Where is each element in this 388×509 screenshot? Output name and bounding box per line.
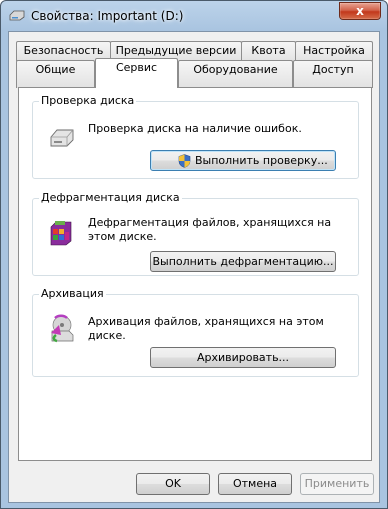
tab-customize[interactable]: Настройка <box>295 41 373 61</box>
defragment-now-button[interactable]: Выполнить дефрагментацию... <box>150 251 336 272</box>
title-bar[interactable]: Свойства: Important (D:) x <box>1 1 387 31</box>
ok-button[interactable]: OK <box>136 473 210 495</box>
defragmentation-group: Дефрагментация диска Дефрагментация файл… <box>32 191 359 276</box>
uac-shield-icon <box>178 154 191 168</box>
backup-description: Архивация файлов, хранящихся на этом дис… <box>88 315 324 342</box>
check-now-label: Выполнить проверку... <box>195 154 328 167</box>
tab-general[interactable]: Общие <box>16 60 95 88</box>
defragment-now-label: Выполнить дефрагментацию... <box>152 255 334 268</box>
cancel-button[interactable]: Отмена <box>218 473 292 495</box>
group-title-error-checking: Проверка диска <box>39 94 137 107</box>
ok-label: OK <box>165 477 181 490</box>
tab-hardware[interactable]: Оборудование <box>178 60 293 88</box>
properties-window: Свойства: Important (D:) x Безопасность … <box>0 0 388 509</box>
backup-now-label: Архивировать... <box>196 351 290 364</box>
window-title: Свойства: Important (D:) <box>31 9 184 23</box>
tools-tab-panel: Проверка диска Проверка диска на наличие… <box>18 87 372 461</box>
cancel-label: Отмена <box>232 477 278 490</box>
client-area: Безопасность Предыдущие версии Квота Нас… <box>8 31 380 503</box>
error-checking-description: Проверка диска на наличие ошибок. <box>88 122 302 135</box>
backup-now-button[interactable]: Архивировать... <box>150 347 336 368</box>
tab-quota[interactable]: Квота <box>241 41 296 61</box>
group-title-defragmentation: Дефрагментация диска <box>39 191 182 204</box>
backup-icon <box>51 314 74 343</box>
defrag-icon <box>50 221 72 246</box>
defragmentation-description: Дефрагментация файлов, хранящихся на это… <box>88 216 332 243</box>
drive-icon <box>9 10 25 21</box>
hard-disk-icon <box>50 129 74 147</box>
error-checking-group: Проверка диска Проверка диска на наличие… <box>32 94 359 179</box>
tab-tools[interactable]: Сервис <box>95 58 178 88</box>
tab-sharing[interactable]: Доступ <box>293 60 373 88</box>
group-title-backup: Архивация <box>39 287 106 300</box>
close-button[interactable]: x <box>339 2 381 20</box>
backup-group: Архивация Архивация файлов, хранящихся н… <box>32 287 359 377</box>
apply-button[interactable]: Применить <box>300 473 374 495</box>
apply-label: Применить <box>304 477 370 490</box>
check-now-button[interactable]: Выполнить проверку... <box>150 150 336 171</box>
